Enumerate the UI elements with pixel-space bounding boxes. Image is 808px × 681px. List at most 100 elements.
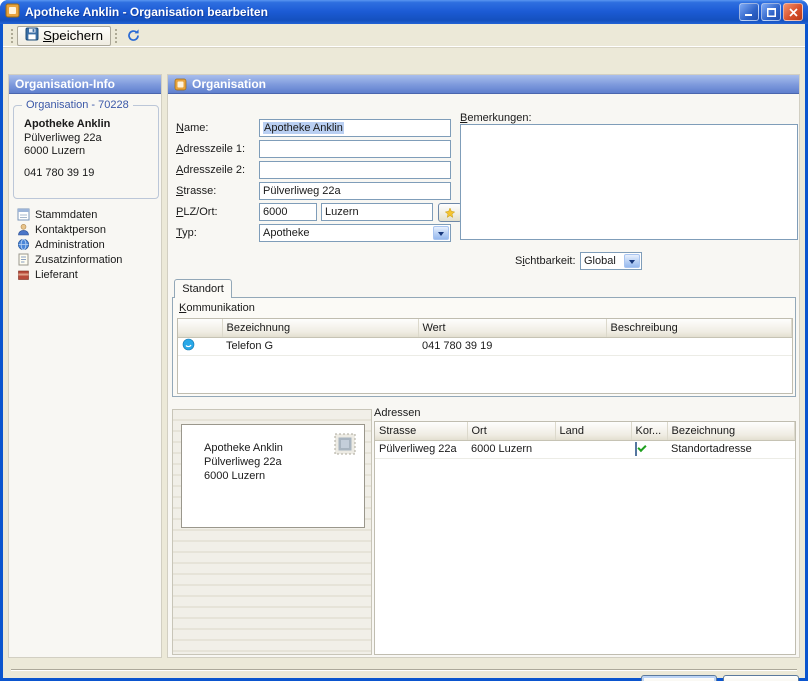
minimize-button[interactable] <box>739 3 759 21</box>
col-land[interactable]: Land <box>555 422 631 440</box>
cancel-button[interactable]: Abbrechen <box>723 675 799 681</box>
name-value: Apotheke Anklin <box>263 122 344 134</box>
bemerkungen-textarea[interactable] <box>460 124 798 240</box>
strasse-value: Pülverliweg 22a <box>263 185 341 197</box>
korrespondenz-checkbox[interactable] <box>635 442 637 456</box>
strasse-input[interactable]: Pülverliweg 22a <box>259 182 451 200</box>
wand-icon <box>444 207 456 219</box>
adressen-table: Strasse Ort Land Kor... Bezeichnung Pülv… <box>374 421 796 655</box>
phone-channel-icon <box>182 338 195 351</box>
main-panel: Organisation Name: Adresszeile 1: Adress… <box>167 74 800 658</box>
sidebar-item-label: Administration <box>35 239 105 251</box>
envelope-preview-region: Apotheke Anklin Pülverliweg 22a 6000 Luz… <box>172 409 372 655</box>
kommunikation-caption: Kommunikation <box>179 302 255 314</box>
globe-icon <box>17 238 30 251</box>
sichtbarkeit-dropdown-arrow[interactable] <box>624 254 640 268</box>
sidebar-item-stammdaten[interactable]: Stammdaten <box>13 207 159 222</box>
adressen-caption: Adressen <box>374 407 420 419</box>
plz-ort-label: PLZ/Ort: <box>176 206 218 219</box>
sidebar-item-kontaktperson[interactable]: Kontaktperson <box>13 222 159 237</box>
sichtbarkeit-value: Global <box>584 255 616 267</box>
package-icon <box>17 268 30 281</box>
col-kor[interactable]: Kor... <box>631 422 667 440</box>
ort-input[interactable]: Luzern <box>321 203 433 221</box>
adresszeile1-input[interactable] <box>259 140 451 158</box>
organisation-info-groupbox: Organisation - 70228 Apotheke Anklin Pül… <box>13 105 159 199</box>
sichtbarkeit-select[interactable]: Global <box>580 252 642 270</box>
tab-standort-label: Standort <box>182 283 224 295</box>
plz-value: 6000 <box>263 206 287 218</box>
typ-dropdown-arrow[interactable] <box>433 226 449 240</box>
tab-standort[interactable]: Standort <box>174 279 232 298</box>
comm-beschreibung-cell <box>606 337 792 355</box>
strasse-label: Strasse: <box>176 185 216 198</box>
addr-kor-cell <box>631 440 667 458</box>
main-header: Organisation <box>168 75 799 94</box>
col-ort[interactable]: Ort <box>467 422 555 440</box>
sidebar-item-lieferant[interactable]: Lieferant <box>13 267 159 282</box>
ort-value: Luzern <box>325 206 359 218</box>
refresh-icon <box>126 28 141 43</box>
sichtbarkeit-label: Sichtbarkeit: <box>515 255 576 268</box>
addr-land-cell <box>555 440 631 458</box>
col-strasse[interactable]: Strasse <box>375 422 467 440</box>
name-input[interactable]: Apotheke Anklin <box>259 119 451 137</box>
standort-tab-content: Kommunikation Bezeichnung Wert Beschreib… <box>172 297 796 397</box>
maximize-button[interactable] <box>761 3 781 21</box>
toolbar-grip[interactable] <box>10 28 14 43</box>
adresszeile1-label: Adresszeile 1: <box>176 143 245 156</box>
kommunikation-header-row: Bezeichnung Wert Beschreibung <box>178 319 792 337</box>
sidebar-item-label: Lieferant <box>35 269 78 281</box>
refresh-button[interactable] <box>121 26 145 46</box>
app-window: Apotheke Anklin - Organisation bearbeite… <box>0 0 808 681</box>
col-bezeichnung[interactable]: Bezeichnung <box>222 319 418 337</box>
close-button[interactable] <box>783 3 803 21</box>
ok-button[interactable]: OK <box>641 675 717 681</box>
toolbar: Speichern <box>3 24 805 48</box>
plz-lookup-button[interactable] <box>438 203 462 222</box>
sidebar-header: Organisation-Info <box>9 75 161 94</box>
col-wert[interactable]: Wert <box>418 319 606 337</box>
window-title: Apotheke Anklin - Organisation bearbeite… <box>25 5 737 19</box>
app-icon <box>5 3 20 21</box>
sidebar-item-label: Stammdaten <box>35 209 97 221</box>
organisation-icon <box>174 78 187 91</box>
adressen-header-row: Strasse Ort Land Kor... Bezeichnung <box>375 422 795 440</box>
organisation-street: Pülverliweg 22a <box>14 132 158 145</box>
main-header-label: Organisation <box>192 77 266 91</box>
typ-label: Typ: <box>176 227 197 240</box>
kommunikation-row[interactable]: Telefon G 041 780 39 19 <box>178 337 792 355</box>
comm-bezeichnung-cell: Telefon G <box>222 337 418 355</box>
col-beschreibung[interactable]: Beschreibung <box>606 319 792 337</box>
envelope-address-card: Apotheke Anklin Pülverliweg 22a 6000 Luz… <box>181 424 365 528</box>
toolbar-grip[interactable] <box>114 28 118 43</box>
typ-value: Apotheke <box>263 227 309 239</box>
titlebar[interactable]: Apotheke Anklin - Organisation bearbeite… <box>0 0 808 24</box>
sidebar-item-label: Kontaktperson <box>35 224 106 236</box>
addr-ort-cell: 6000 Luzern <box>467 440 555 458</box>
comm-wert-cell: 041 780 39 19 <box>418 337 606 355</box>
sidebar: Organisation-Info Organisation - 70228 A… <box>8 74 162 658</box>
organisation-city: 6000 Luzern <box>14 145 158 158</box>
col-icon[interactable] <box>178 319 222 337</box>
addr-strasse-cell: Pülverliweg 22a <box>375 440 467 458</box>
adressen-row[interactable]: Pülverliweg 22a 6000 Luzern Standortadre… <box>375 440 795 458</box>
save-button[interactable]: Speichern <box>17 26 111 46</box>
sidebar-item-label: Zusatzinformation <box>35 254 122 266</box>
organisation-phone: 041 780 39 19 <box>14 158 158 179</box>
name-label: Name: <box>176 122 208 135</box>
person-icon <box>17 223 30 236</box>
plz-input[interactable]: 6000 <box>259 203 317 221</box>
sidebar-item-administration[interactable]: Administration <box>13 237 159 252</box>
save-button-label: Speichern <box>43 28 103 43</box>
sidebar-header-label: Organisation-Info <box>15 77 115 91</box>
sidebar-item-zusatzinformation[interactable]: Zusatzinformation <box>13 252 159 267</box>
envelope-line: 6000 Luzern <box>204 469 364 483</box>
workarea: Speichern Organisation-Info Organisation… <box>3 24 805 678</box>
kommunikation-table: Bezeichnung Wert Beschreibung Telefon G <box>177 318 793 394</box>
typ-select[interactable]: Apotheke <box>259 224 451 242</box>
adresszeile2-input[interactable] <box>259 161 451 179</box>
organisation-number-caption: Organisation - 70228 <box>22 99 133 111</box>
adresszeile2-label: Adresszeile 2: <box>176 164 245 177</box>
col-bezeichnung[interactable]: Bezeichnung <box>667 422 795 440</box>
